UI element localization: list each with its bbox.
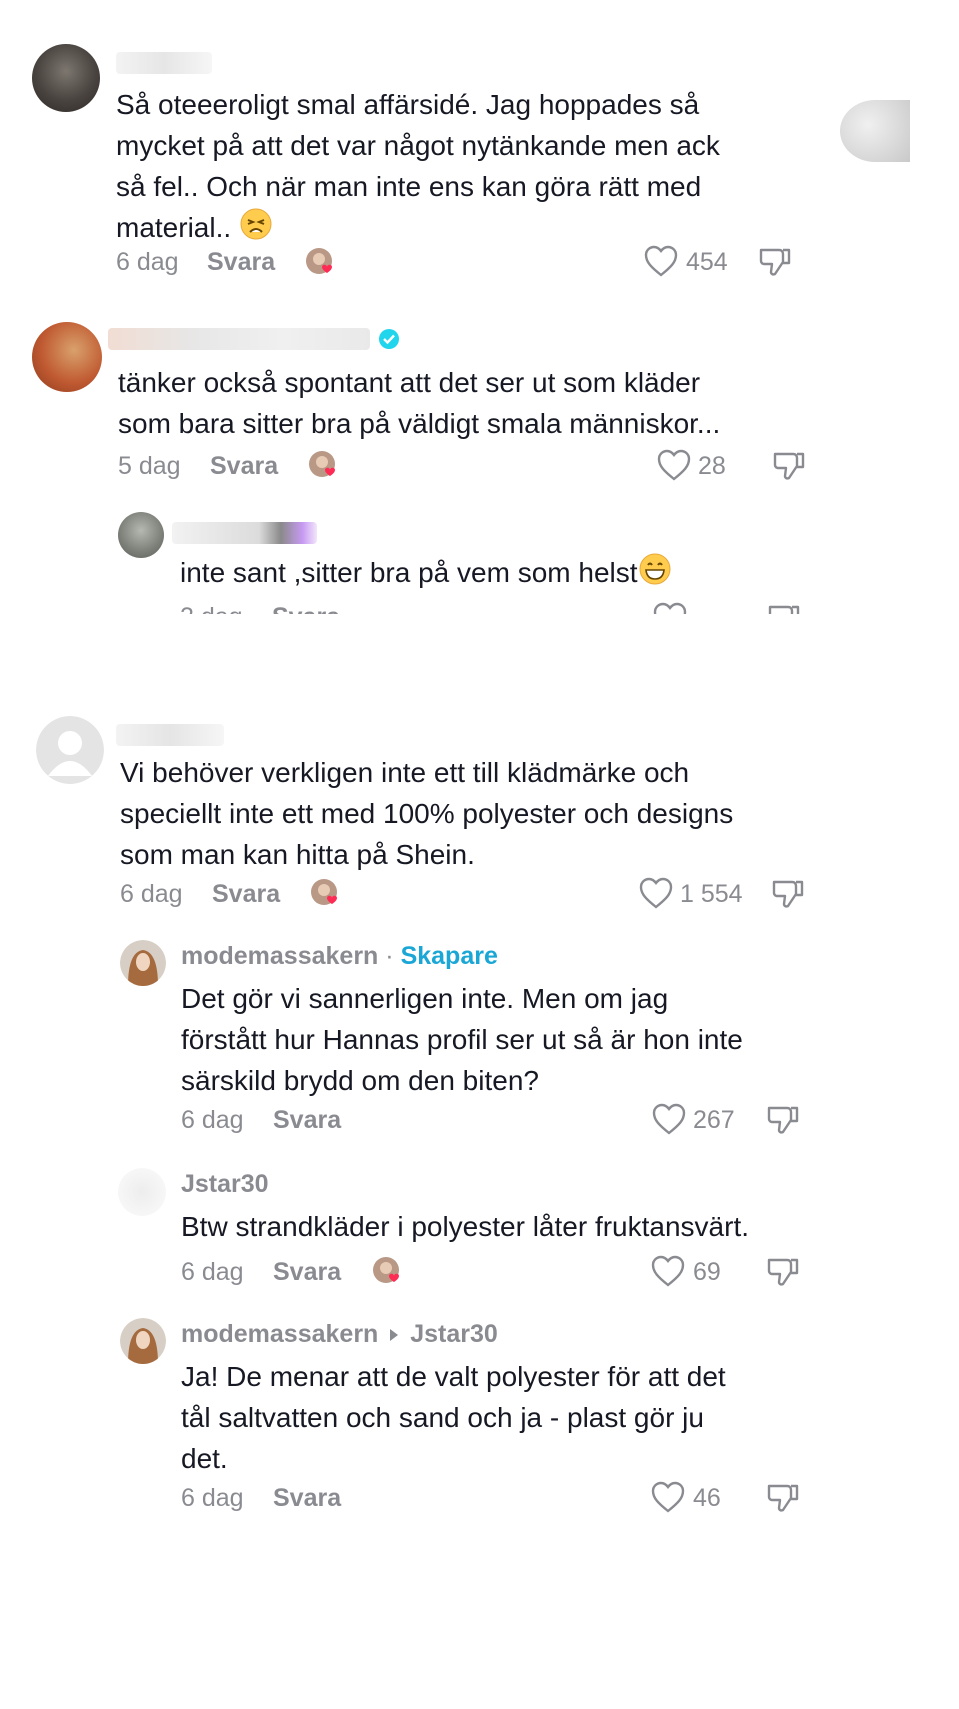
blurred-username[interactable] <box>172 522 317 544</box>
creator-liked-avatar-icon <box>309 451 335 477</box>
comment-text: Vi behöver verkligen inte ett till klädm… <box>120 757 734 870</box>
comment-text: Btw strandkläder i polyester låter frukt… <box>181 1211 750 1242</box>
partial-avatar-right <box>840 100 910 162</box>
timestamp: 6 dag <box>181 1484 244 1512</box>
user-avatar[interactable] <box>118 1168 166 1216</box>
username[interactable]: modemassakern Jstar30 <box>181 1320 498 1349</box>
reply-2a-meta-clipped: 2 dag Svara <box>170 596 870 614</box>
creator-avatar[interactable] <box>120 1318 166 1364</box>
persevering-face-emoji <box>240 208 272 240</box>
reply-button[interactable]: Svara <box>207 248 275 277</box>
timestamp: 6 dag <box>120 880 183 908</box>
like-count: 454 <box>686 248 728 276</box>
verified-icon <box>379 329 399 349</box>
dislike-icon[interactable] <box>757 244 793 280</box>
user-avatar[interactable] <box>32 44 100 112</box>
reply-button[interactable]: Svara <box>210 452 278 481</box>
dislike-icon[interactable] <box>766 601 802 614</box>
comment-text: tänker också spontant att det ser ut som… <box>118 367 721 439</box>
timestamp: 6 dag <box>116 248 179 276</box>
like-count: 28 <box>698 452 726 480</box>
timestamp: 6 dag <box>181 1106 244 1134</box>
heart-outline-icon[interactable] <box>650 1254 686 1288</box>
user-avatar[interactable] <box>32 322 102 392</box>
timestamp: 6 dag <box>181 1258 244 1286</box>
heart-outline-icon[interactable] <box>643 244 679 278</box>
blurred-username[interactable] <box>116 724 224 746</box>
heart-outline-icon[interactable] <box>651 1102 687 1136</box>
heart-outline-icon[interactable] <box>656 448 692 482</box>
like-count: 1 554 <box>680 880 743 908</box>
dislike-icon[interactable] <box>765 1254 801 1290</box>
reply-button[interactable]: Svara <box>212 880 280 909</box>
like-count: 69 <box>693 1258 721 1286</box>
username[interactable]: modemassakern · Skapare <box>181 942 498 971</box>
comment-text: inte sant ,sitter bra på vem som helst <box>180 552 830 593</box>
like-count: 267 <box>693 1106 735 1134</box>
dislike-icon[interactable] <box>770 876 806 912</box>
reply-button[interactable]: Svara <box>273 1258 341 1287</box>
timestamp: 2 dag <box>180 603 243 614</box>
reply-button[interactable]: Svara <box>273 1106 341 1135</box>
creator-liked-avatar-icon <box>306 248 332 274</box>
heart-outline-icon[interactable] <box>650 1480 686 1514</box>
reply-button[interactable]: Svara <box>273 1484 341 1513</box>
creator-avatar[interactable] <box>120 940 166 986</box>
comment-text: Så oteeeroligt smal affärsidé. Jag hoppa… <box>116 89 720 243</box>
dislike-icon[interactable] <box>765 1102 801 1138</box>
creator-liked-avatar-icon <box>373 1257 399 1283</box>
blurred-username[interactable] <box>108 328 370 350</box>
creator-badge: Skapare <box>400 942 498 970</box>
dislike-icon[interactable] <box>765 1480 801 1516</box>
default-avatar-icon[interactable] <box>36 716 104 784</box>
dislike-icon[interactable] <box>771 448 807 484</box>
heart-outline-icon[interactable] <box>638 876 674 910</box>
grinning-face-emoji <box>639 553 671 585</box>
heart-outline-icon[interactable] <box>652 601 688 614</box>
like-count: 46 <box>693 1484 721 1512</box>
reply-button[interactable]: Svara <box>272 603 340 614</box>
user-avatar[interactable] <box>118 512 164 558</box>
comment-text: Det gör vi sannerligen inte. Men om jag … <box>181 983 743 1096</box>
creator-liked-avatar-icon <box>311 879 337 905</box>
username[interactable]: Jstar30 <box>181 1170 269 1199</box>
reply-arrow-icon <box>390 1329 399 1341</box>
comment-text: Ja! De menar att de valt polyester för a… <box>181 1361 726 1474</box>
timestamp: 5 dag <box>118 452 181 480</box>
blurred-username[interactable] <box>116 52 212 74</box>
